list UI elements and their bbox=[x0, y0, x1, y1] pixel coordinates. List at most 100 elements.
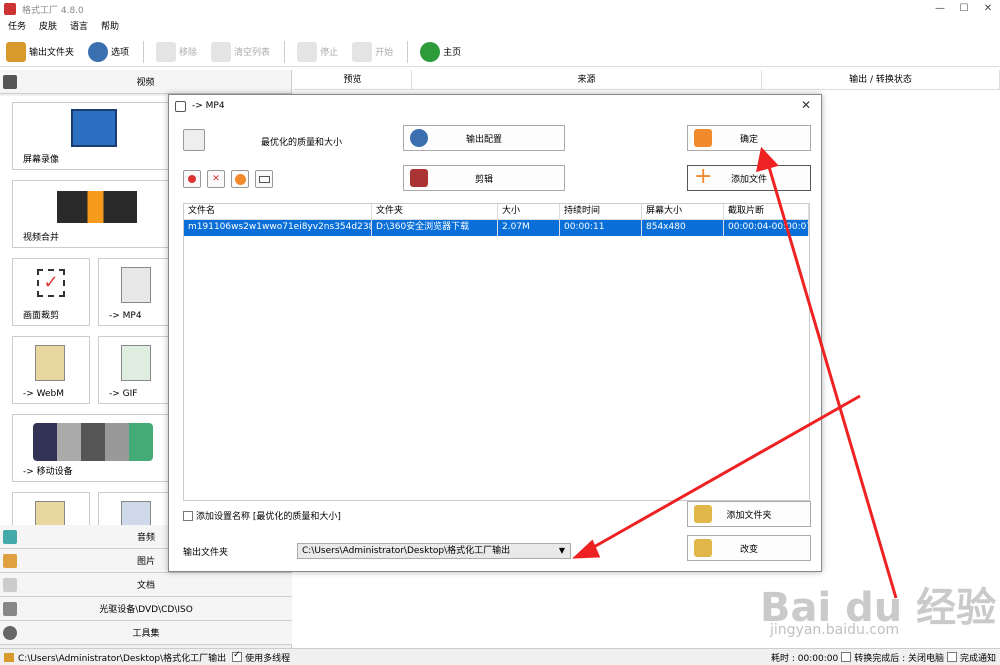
toolbar: 输出文件夹 选项 移除 清空列表 停止 开始 主页 bbox=[0, 37, 1000, 67]
menu-language[interactable]: 语言 bbox=[65, 19, 93, 35]
file-size: 2.07M bbox=[498, 220, 560, 236]
after-done-label: 转换完成后 : 关闭电脑 bbox=[854, 653, 944, 664]
menu-bar: 任务 皮肤 语言 帮助 bbox=[0, 19, 124, 35]
column-filename[interactable]: 文件名 bbox=[184, 204, 372, 219]
video-icon bbox=[175, 100, 186, 112]
column-clip[interactable]: 截取片断 bbox=[724, 204, 809, 219]
notify-label: 完成通知 bbox=[959, 653, 996, 664]
disc-drive-icon bbox=[3, 601, 17, 616]
column-preview[interactable]: 预览 bbox=[294, 70, 412, 89]
info-icon[interactable] bbox=[255, 170, 273, 188]
output-config-button[interactable]: 输出配置 bbox=[403, 125, 565, 151]
file-clip: 00:00:04-00:00:07 bbox=[724, 220, 809, 236]
status-folder-icon bbox=[4, 652, 14, 662]
file-name: m191106ws2w1wwo71ei8yv2ns354d238-... bbox=[184, 220, 372, 236]
toolbar-separator bbox=[284, 40, 286, 63]
folder-icon bbox=[694, 539, 712, 557]
mobile-devices-icon bbox=[33, 423, 153, 461]
multithread-label: 使用多线程 bbox=[245, 653, 291, 664]
file-list: 文件名 文件夹 大小 持续时间 屏幕大小 截取片断 m191106ws2w1ww… bbox=[183, 203, 810, 501]
add-folder-button[interactable]: 添加文件夹 bbox=[687, 501, 811, 527]
title-bar: 格式工厂 4.8.0 — ☐ ✕ bbox=[0, 0, 1000, 18]
after-done-checkbox[interactable] bbox=[841, 652, 852, 662]
scissors-icon bbox=[410, 169, 428, 187]
column-screen-size[interactable]: 屏幕大小 bbox=[642, 204, 724, 219]
menu-help[interactable]: 帮助 bbox=[96, 19, 124, 35]
file-folder: D:\360安全浏览器下载 bbox=[372, 220, 498, 236]
multithread-checkbox[interactable] bbox=[232, 650, 243, 662]
category-toolbox[interactable]: 工具集 bbox=[0, 621, 292, 645]
dialog-title: -> MP4 bbox=[192, 101, 225, 111]
crop-icon: ✓ bbox=[37, 269, 65, 297]
category-video[interactable]: 视频 bbox=[0, 70, 291, 94]
clear-list-button[interactable]: 清空列表 bbox=[205, 38, 270, 66]
tile-avi[interactable] bbox=[98, 492, 176, 526]
mp4-icon bbox=[121, 267, 151, 303]
folder-add-icon bbox=[694, 505, 712, 523]
close-button[interactable]: ✕ bbox=[976, 0, 1000, 18]
start-button[interactable]: 开始 bbox=[346, 38, 393, 66]
arrow-right-icon bbox=[694, 129, 712, 147]
maximize-button[interactable]: ☐ bbox=[952, 0, 976, 18]
notify-checkbox[interactable] bbox=[946, 652, 957, 662]
tile-crop[interactable]: ✓ 画面裁剪 bbox=[12, 258, 90, 326]
category-optical-disc[interactable]: 光驱设备\DVD\CD\ISO bbox=[0, 597, 292, 621]
checkbox bbox=[183, 510, 193, 521]
category-document[interactable]: 文档 bbox=[0, 573, 292, 597]
menu-task[interactable]: 任务 bbox=[3, 19, 31, 35]
document-icon bbox=[3, 577, 17, 592]
window-title: 格式工厂 4.8.0 bbox=[22, 5, 84, 16]
clip-button[interactable]: 剪辑 bbox=[403, 165, 565, 191]
remove-icon bbox=[156, 41, 177, 62]
play-icon[interactable] bbox=[231, 170, 249, 188]
column-size[interactable]: 大小 bbox=[498, 204, 560, 219]
options-button[interactable]: 选项 bbox=[82, 38, 129, 66]
stop-button[interactable]: 停止 bbox=[291, 38, 338, 66]
column-source[interactable]: 来源 bbox=[412, 70, 762, 89]
gif-icon bbox=[121, 345, 151, 381]
file-list-header: 文件名 文件夹 大小 持续时间 屏幕大小 截取片断 bbox=[184, 204, 809, 220]
column-duration[interactable]: 持续时间 bbox=[560, 204, 642, 219]
minimize-button[interactable]: — bbox=[928, 0, 952, 18]
status-bar: C:\Users\Administrator\Desktop\格式化工厂输出 使… bbox=[0, 648, 1000, 665]
music-note-icon bbox=[3, 529, 17, 544]
tile-ogg[interactable] bbox=[12, 492, 90, 526]
remove-file-icon[interactable] bbox=[183, 170, 201, 188]
tile-gif[interactable]: -> GIF bbox=[98, 336, 176, 404]
column-folder[interactable]: 文件夹 bbox=[372, 204, 498, 219]
mp4-dialog: -> MP4 ✕ 最优化的质量和大小 输出配置 确定 ✕ 剪辑 + 添加文件 文… bbox=[168, 94, 822, 572]
remove-button[interactable]: 移除 bbox=[150, 38, 197, 66]
chevron-down-icon: ▼ bbox=[558, 546, 565, 555]
home-globe-icon bbox=[420, 41, 441, 62]
add-file-button[interactable]: + 添加文件 bbox=[687, 165, 811, 191]
tile-webm[interactable]: -> WebM bbox=[12, 336, 90, 404]
settings-icon bbox=[88, 41, 109, 62]
output-folder-select[interactable]: C:\Users\Administrator\Desktop\格式化工厂输出 ▼ bbox=[297, 543, 571, 559]
home-button[interactable]: 主页 bbox=[414, 38, 461, 66]
avi-icon bbox=[121, 501, 151, 526]
file-duration: 00:00:11 bbox=[560, 220, 642, 236]
picture-icon bbox=[3, 553, 17, 568]
output-folder-button[interactable]: 输出文件夹 bbox=[0, 38, 74, 66]
file-screen-size: 854x480 bbox=[642, 220, 724, 236]
add-setting-name-checkbox[interactable]: 添加设置名称 [最优化的质量和大小] bbox=[183, 509, 341, 522]
task-list-header: 预览 来源 输出 / 转换状态 bbox=[294, 70, 1000, 90]
dialog-close-button[interactable]: ✕ bbox=[801, 98, 811, 112]
ogg-icon bbox=[35, 501, 65, 526]
status-output-path: C:\Users\Administrator\Desktop\格式化工厂输出 bbox=[18, 653, 227, 664]
watermark-url: jingyan.baidu.com bbox=[770, 622, 900, 638]
plus-icon: + bbox=[694, 164, 713, 189]
confirm-button[interactable]: 确定 bbox=[687, 125, 811, 151]
tile-mp4[interactable]: -> MP4 bbox=[98, 258, 176, 326]
column-output-status[interactable]: 输出 / 转换状态 bbox=[762, 70, 1000, 89]
delete-icon[interactable]: ✕ bbox=[207, 170, 225, 188]
change-button[interactable]: 改变 bbox=[687, 535, 811, 561]
output-folder-label: 输出文件夹 bbox=[183, 548, 229, 558]
start-icon bbox=[352, 41, 373, 62]
clear-list-icon bbox=[211, 41, 232, 62]
app-logo-icon bbox=[4, 3, 16, 15]
table-row[interactable]: m191106ws2w1wwo71ei8yv2ns354d238-... D:\… bbox=[184, 220, 809, 236]
dialog-title-bar: -> MP4 ✕ bbox=[169, 95, 821, 117]
mp4-format-icon bbox=[183, 129, 205, 151]
menu-skin[interactable]: 皮肤 bbox=[34, 19, 62, 35]
